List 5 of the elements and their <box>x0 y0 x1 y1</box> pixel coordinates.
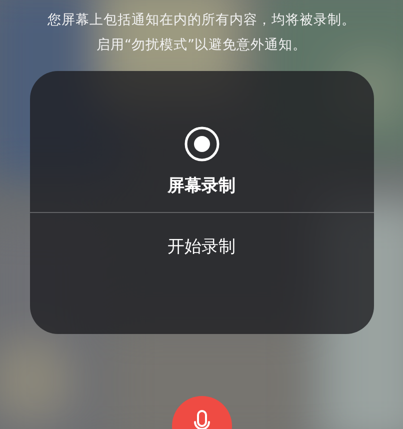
start-recording-button[interactable]: 开始录制 <box>30 213 374 279</box>
notice-text: 您屏幕上包括通知在内的所有内容，均将被录制。 <box>48 11 356 30</box>
panel-title: 屏幕录制 <box>168 175 236 197</box>
record-icon[interactable] <box>184 126 220 162</box>
notice-text: 启用“勿扰模式”以避免意外通知。 <box>96 36 306 55</box>
